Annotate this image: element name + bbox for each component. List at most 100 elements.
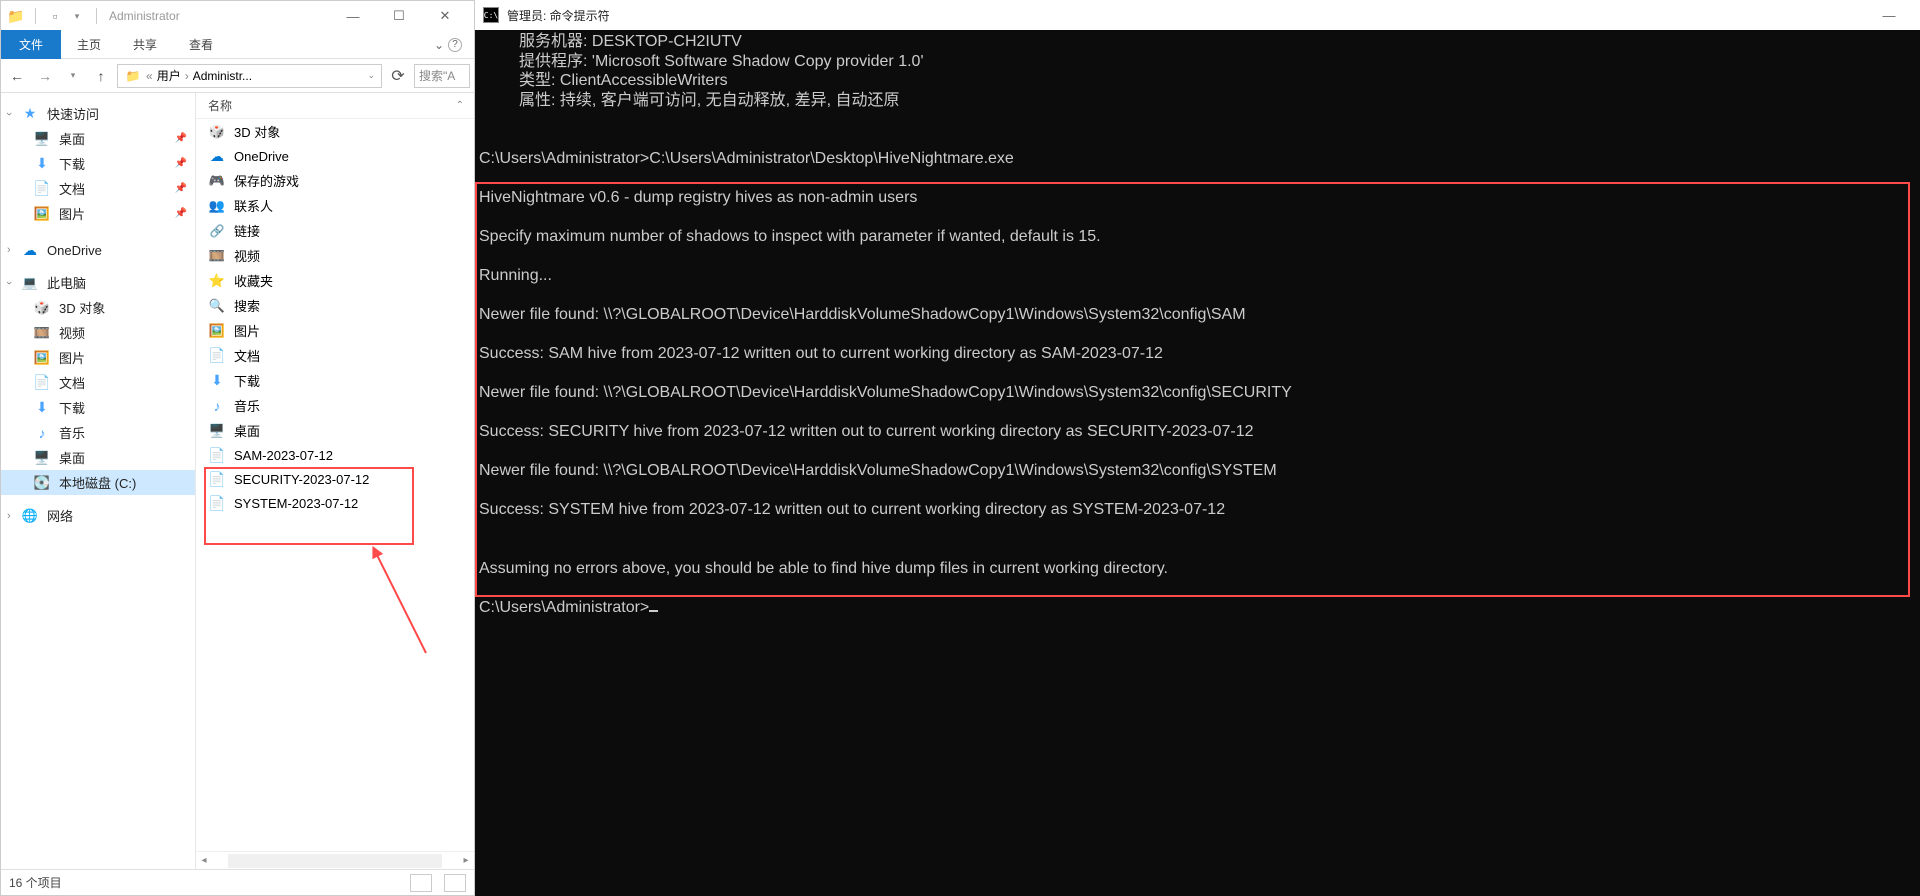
network-icon (21, 507, 39, 525)
label: 下载 (59, 154, 85, 173)
tab-home[interactable]: 主页 (61, 30, 117, 59)
sidebar-downloads[interactable]: 下载 (1, 395, 195, 420)
list-item[interactable]: 下载 (196, 368, 474, 393)
label: 文档 (59, 373, 85, 392)
list-item[interactable]: SECURITY-2023-07-12 (196, 467, 474, 491)
item-icon (208, 247, 226, 265)
title-bar[interactable]: ▫ ▾ Administrator — ☐ ✕ (1, 1, 474, 31)
item-icon (208, 422, 226, 440)
dropdown-icon[interactable]: ▾ (68, 7, 86, 25)
minimize-button[interactable]: — (330, 1, 376, 31)
sidebar-desktop[interactable]: 桌面 (1, 445, 195, 470)
sidebar-videos[interactable]: 视频 (1, 320, 195, 345)
search-input[interactable]: 搜索"A (414, 64, 470, 88)
download-icon (33, 399, 51, 417)
label: 图片 (59, 204, 85, 223)
separator (96, 8, 97, 24)
pin-icon: 📌 (175, 208, 187, 219)
sidebar-quick-access[interactable]: 快速访问 (1, 101, 195, 126)
recent-dropdown[interactable]: ▾ (61, 70, 85, 81)
sidebar-documents[interactable]: 文档📌 (1, 176, 195, 201)
item-label: 链接 (234, 221, 260, 240)
tab-file[interactable]: 文件 (1, 30, 61, 59)
sidebar-pictures[interactable]: 图片 📌 (1, 201, 195, 226)
item-icon (208, 372, 226, 390)
refresh-button[interactable]: ⟳ (386, 66, 410, 86)
view-details-button[interactable] (410, 874, 432, 892)
file-list[interactable]: 3D 对象OneDrive 保存的游戏联系人链接视频收藏夹搜索图片文档下载音乐桌面… (196, 119, 474, 851)
pin-icon: 📌 (175, 158, 187, 169)
scroll-right[interactable]: ▸ (458, 855, 474, 866)
item-label: SAM-2023-07-12 (234, 448, 333, 463)
item-icon (208, 494, 226, 512)
label: 此电脑 (47, 273, 86, 292)
list-item[interactable]: 文档 (196, 343, 474, 368)
item-icon (208, 147, 226, 165)
item-label: 下载 (234, 371, 260, 390)
column-headers[interactable]: 名称 ⌃ (196, 93, 474, 119)
item-label: 图片 (234, 321, 260, 340)
address-dropdown[interactable]: ⌄ (367, 70, 375, 81)
list-item[interactable]: 保存的游戏 (196, 168, 474, 193)
picture-icon (33, 205, 51, 223)
cmd-title-bar[interactable]: C:\ 管理员: 命令提示符 — (475, 0, 1920, 30)
sidebar-3d-objects[interactable]: 3D 对象 (1, 295, 195, 320)
list-item[interactable]: OneDrive (196, 144, 474, 168)
maximize-button[interactable]: ☐ (376, 1, 422, 31)
close-button[interactable]: ✕ (422, 1, 468, 31)
desktop-icon (33, 130, 51, 148)
view-large-button[interactable] (444, 874, 466, 892)
sidebar-music[interactable]: 音乐 (1, 420, 195, 445)
item-label: 保存的游戏 (234, 171, 299, 190)
breadcrumb-part[interactable]: 用户 (157, 67, 181, 84)
list-item[interactable]: 链接 (196, 218, 474, 243)
tab-view[interactable]: 查看 (173, 30, 229, 59)
list-item[interactable]: 视频 (196, 243, 474, 268)
picture-icon (33, 349, 51, 367)
ribbon-expand[interactable]: ⌄? (422, 38, 474, 52)
scroll-track[interactable] (228, 854, 442, 868)
list-item[interactable]: 图片 (196, 318, 474, 343)
onedrive-icon (21, 241, 39, 259)
nav-bar: ← → ▾ ↑ « 用户 › Administr... ⌄ ⟳ 搜索"A (1, 59, 474, 93)
list-item[interactable]: 桌面 (196, 418, 474, 443)
column-name[interactable]: 名称 (208, 97, 456, 114)
cmd-output[interactable]: 服务机器: DESKTOP-CH2IUTV 提供程序: 'Microsoft S… (475, 30, 1920, 896)
list-item[interactable]: SYSTEM-2023-07-12 (196, 491, 474, 515)
back-button[interactable]: ← (5, 68, 29, 84)
sidebar-local-disk[interactable]: 本地磁盘 (C:) (1, 470, 195, 495)
sidebar-onedrive[interactable]: OneDrive (1, 238, 195, 262)
item-label: 联系人 (234, 196, 273, 215)
horizontal-scrollbar[interactable]: ◂ ▸ (196, 851, 474, 869)
document-icon (33, 374, 51, 392)
sidebar-desktop[interactable]: 桌面📌 (1, 126, 195, 151)
sidebar-pictures[interactable]: 图片 (1, 345, 195, 370)
list-item[interactable]: 搜索 (196, 293, 474, 318)
list-item[interactable]: 音乐 (196, 393, 474, 418)
customize-icon[interactable]: ▫ (46, 7, 64, 25)
list-item[interactable]: 联系人 (196, 193, 474, 218)
sidebar-this-pc[interactable]: 此电脑 (1, 270, 195, 295)
label: 下载 (59, 398, 85, 417)
minimize-button[interactable]: — (1866, 0, 1912, 30)
breadcrumb-part[interactable]: Administr... (193, 69, 252, 83)
sidebar-downloads[interactable]: 下载 📌 (1, 151, 195, 176)
item-icon (208, 397, 226, 415)
item-icon (208, 272, 226, 290)
list-item[interactable]: 收藏夹 (196, 268, 474, 293)
explorer-window: ▫ ▾ Administrator — ☐ ✕ 文件 主页 共享 查看 ⌄? ←… (0, 0, 475, 896)
music-icon (33, 424, 51, 442)
forward-button[interactable]: → (33, 68, 57, 84)
address-bar[interactable]: « 用户 › Administr... ⌄ (117, 64, 382, 88)
tab-share[interactable]: 共享 (117, 30, 173, 59)
up-button[interactable]: ↑ (89, 68, 113, 84)
scroll-left[interactable]: ◂ (196, 855, 212, 866)
label: 音乐 (59, 423, 85, 442)
item-label: SECURITY-2023-07-12 (234, 472, 369, 487)
download-icon (33, 155, 51, 173)
list-item[interactable]: SAM-2023-07-12 (196, 443, 474, 467)
sidebar-documents[interactable]: 文档 (1, 370, 195, 395)
sidebar-network[interactable]: 网络 (1, 503, 195, 528)
list-item[interactable]: 3D 对象 (196, 119, 474, 144)
document-icon (33, 180, 51, 198)
